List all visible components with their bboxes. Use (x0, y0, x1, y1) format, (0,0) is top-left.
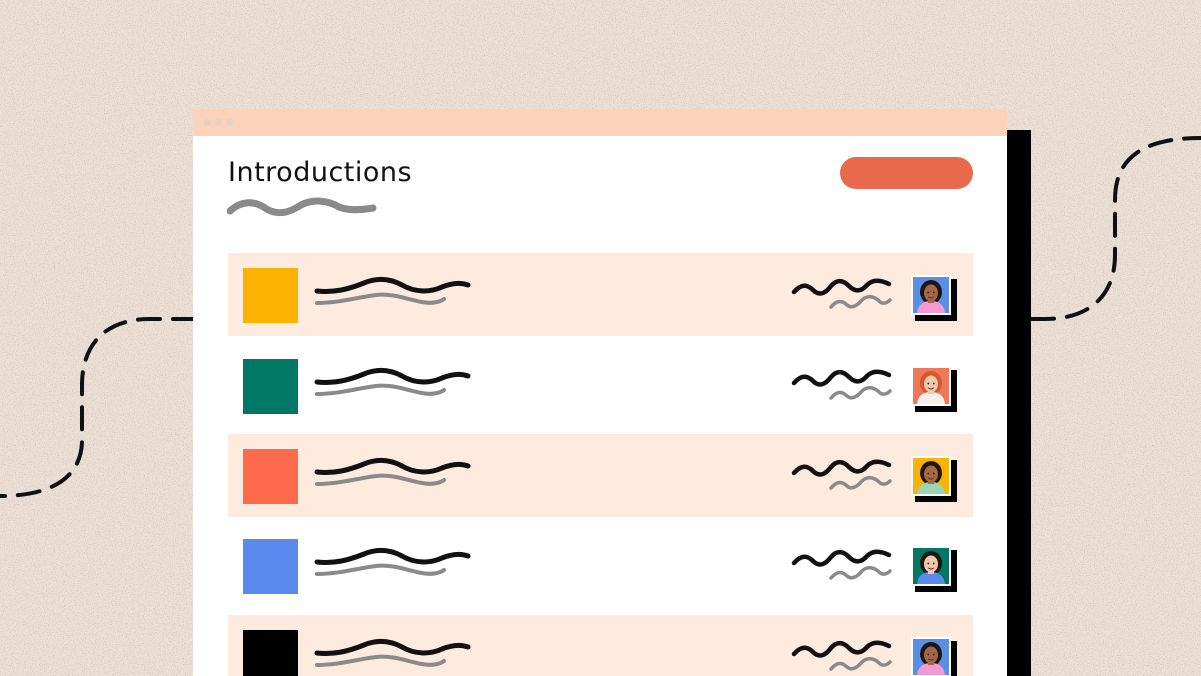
color-swatch (243, 630, 298, 676)
color-swatch (243, 268, 298, 323)
app-window: Introductions (193, 109, 1007, 676)
avatar-woman-curly-hair-icon (911, 637, 957, 676)
meta-squiggle (791, 369, 892, 400)
window-titlebar (193, 109, 1007, 136)
avatar-woman-red-hair-icon (911, 366, 957, 412)
primary-action-button[interactable] (840, 157, 973, 189)
avatar-man-glasses-icon (911, 456, 957, 502)
list-item[interactable] (228, 253, 973, 336)
name-squiggle (314, 548, 471, 576)
list-item[interactable] (228, 524, 973, 607)
list-item[interactable] (228, 615, 973, 676)
color-swatch (243, 449, 298, 504)
list-item[interactable] (228, 434, 973, 517)
avatar-woman-curly-hair-icon (911, 275, 957, 321)
meta-squiggle (791, 278, 892, 309)
list-item[interactable] (228, 344, 973, 427)
window-dot-icon (204, 119, 211, 126)
name-squiggle (314, 277, 471, 305)
name-squiggle (314, 458, 471, 486)
color-swatch (243, 359, 298, 414)
avatar-woman-bun-hair-icon (911, 546, 957, 592)
window-dot-icon (215, 119, 222, 126)
name-squiggle (314, 368, 471, 396)
color-swatch (243, 539, 298, 594)
meta-squiggle (791, 459, 892, 490)
window-shadow (1007, 130, 1031, 676)
name-squiggle (314, 639, 471, 667)
subtitle-squiggle (227, 197, 377, 217)
page-title: Introductions (228, 157, 413, 188)
meta-squiggle (791, 640, 892, 671)
meta-squiggle (791, 549, 892, 580)
window-dot-icon (226, 119, 233, 126)
